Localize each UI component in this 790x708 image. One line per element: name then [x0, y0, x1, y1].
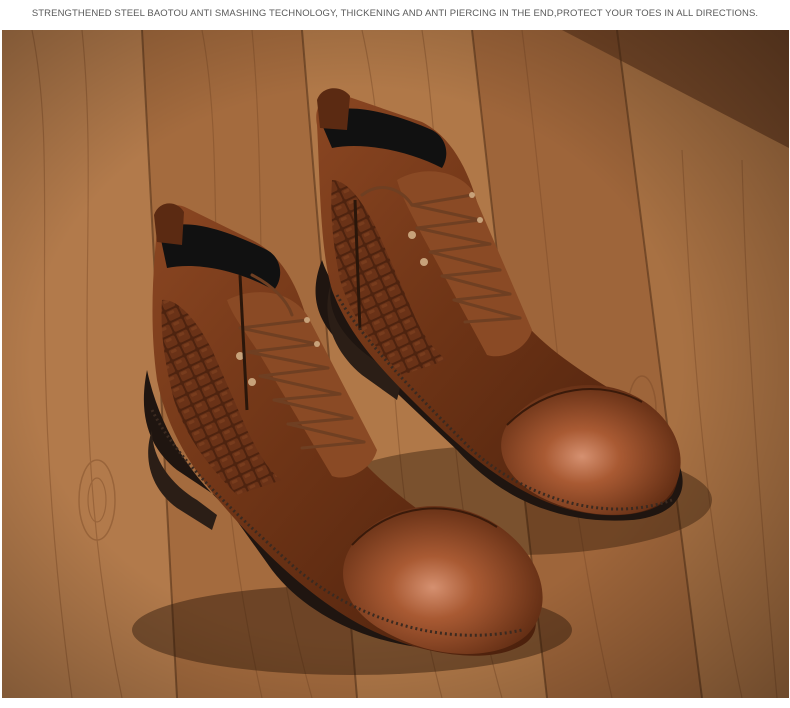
caption-text: STRENGTHENED STEEL BAOTOU ANTI SMASHING … — [31, 7, 759, 19]
boots-illustration — [2, 30, 789, 698]
caption-bar: STRENGTHENED STEEL BAOTOU ANTI SMASHING … — [0, 0, 790, 26]
bottom-strip — [0, 698, 790, 708]
product-photo — [2, 30, 789, 698]
